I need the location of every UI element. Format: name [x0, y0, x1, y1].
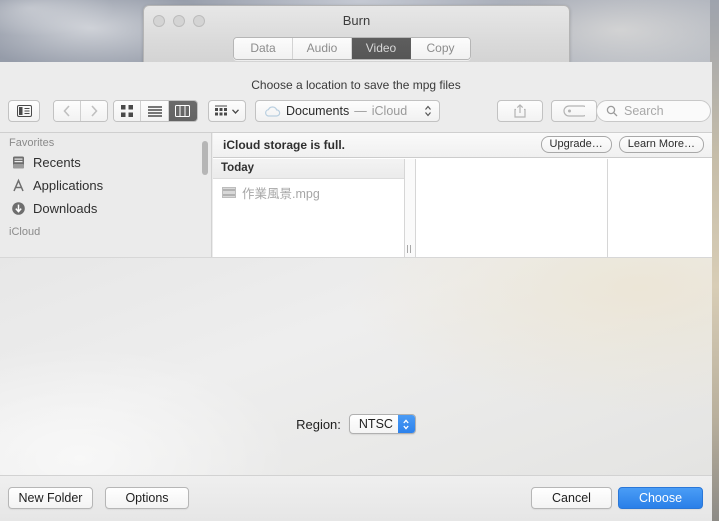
- upgrade-button[interactable]: Upgrade…: [540, 136, 612, 153]
- region-value: NTSC: [358, 417, 393, 431]
- sidebar: Favorites Recents Applications Downloads…: [0, 133, 212, 258]
- icon-view-button[interactable]: [114, 101, 142, 121]
- share-button[interactable]: [497, 100, 543, 122]
- options-button[interactable]: Options: [105, 487, 189, 509]
- file-name: 作業風景.mpg: [242, 186, 320, 201]
- popup-chevrons-icon: [424, 104, 432, 118]
- list-view-button[interactable]: [141, 101, 169, 121]
- path-current-folder: Documents: [286, 104, 350, 118]
- column-resize-handle[interactable]: [405, 159, 416, 258]
- burn-window: Burn Data Audio Video Copy: [143, 5, 570, 63]
- navigation-buttons[interactable]: [53, 100, 108, 122]
- list-item[interactable]: 作業風景.mpg: [213, 182, 404, 202]
- notice-message: iCloud storage is full.: [223, 138, 346, 152]
- column-view: Today 作業風景.mpg: [213, 159, 712, 258]
- sidebar-section-icloud: iCloud: [9, 226, 41, 238]
- cloud-icon: [264, 105, 281, 117]
- share-icon: [514, 104, 526, 118]
- sidebar-item-downloads[interactable]: Downloads: [0, 197, 211, 220]
- screen: Burn Data Audio Video Copy Choose a loca…: [0, 0, 719, 521]
- sidebar-scrollbar[interactable]: [202, 141, 208, 175]
- clock-document-icon: [11, 155, 26, 170]
- sidebar-item-label: Recents: [33, 155, 81, 170]
- column-1[interactable]: Today 作業風景.mpg: [213, 159, 405, 258]
- chevron-left-icon: [63, 105, 71, 117]
- tags-button[interactable]: [551, 100, 597, 122]
- column-view-icon: [175, 105, 191, 117]
- search-icon: [606, 105, 618, 117]
- choose-button[interactable]: Choose: [618, 487, 703, 509]
- search-placeholder: Search: [624, 104, 664, 118]
- sidebar-toggle-button[interactable]: [8, 100, 40, 122]
- cancel-button[interactable]: Cancel: [531, 487, 612, 509]
- resize-grip-icon: [407, 245, 411, 253]
- sidebar-item-recents[interactable]: Recents: [0, 151, 211, 174]
- movie-file-icon: [222, 186, 236, 198]
- region-popup-button[interactable]: NTSC: [348, 414, 416, 434]
- icloud-notice-bar: iCloud storage is full. Upgrade… Learn M…: [213, 133, 712, 158]
- file-browser: Favorites Recents Applications Downloads…: [0, 132, 712, 258]
- finder-toolbar: Documents — iCloud Search: [0, 100, 712, 132]
- search-field[interactable]: Search: [596, 100, 711, 122]
- group-header-today: Today: [213, 159, 404, 179]
- new-folder-button[interactable]: New Folder: [8, 487, 93, 509]
- tab-data[interactable]: Data: [234, 38, 293, 59]
- browser-content: iCloud storage is full. Upgrade… Learn M…: [213, 133, 712, 258]
- download-arrow-icon: [11, 201, 26, 216]
- tag-icon: [563, 105, 585, 117]
- back-button[interactable]: [54, 101, 81, 121]
- column-view-button[interactable]: [168, 101, 197, 121]
- path-location: iCloud: [371, 104, 408, 118]
- tab-copy[interactable]: Copy: [411, 38, 470, 59]
- chevron-down-icon: [232, 108, 239, 114]
- tab-video[interactable]: Video: [352, 38, 411, 59]
- tab-audio[interactable]: Audio: [293, 38, 352, 59]
- popup-arrows-icon: [397, 415, 415, 433]
- sidebar-item-applications[interactable]: Applications: [0, 174, 211, 197]
- window-title: Burn: [342, 13, 371, 28]
- sidebar-toggle-icon: [16, 105, 32, 117]
- arrange-button[interactable]: [208, 100, 246, 122]
- chevron-right-icon: [90, 105, 98, 117]
- applications-icon: [11, 178, 26, 193]
- arrange-icon: [215, 105, 229, 117]
- region-label: Region:: [296, 416, 341, 432]
- column-3[interactable]: [608, 159, 711, 258]
- icon-view-icon: [121, 105, 134, 117]
- path-separator: —: [354, 104, 367, 118]
- forward-button[interactable]: [80, 101, 107, 121]
- notice-actions: Upgrade… Learn More…: [540, 136, 704, 153]
- column-2[interactable]: [416, 159, 608, 258]
- accessory-view: Region: NTSC: [0, 257, 712, 475]
- save-location-sheet: Choose a location to save the mpg files: [0, 62, 712, 521]
- view-mode-buttons[interactable]: [113, 100, 198, 122]
- sidebar-item-label: Downloads: [33, 201, 98, 216]
- sheet-prompt: Choose a location to save the mpg files: [251, 78, 461, 92]
- sheet-bottom-bar: New Folder Options Cancel Choose: [0, 475, 712, 521]
- learn-more-button[interactable]: Learn More…: [618, 136, 704, 153]
- path-popup-button[interactable]: Documents — iCloud: [255, 100, 440, 122]
- sidebar-item-label: Applications: [33, 178, 104, 193]
- mode-segmented-control[interactable]: Data Audio Video Copy: [233, 37, 471, 60]
- region-row: Region: NTSC: [0, 414, 712, 434]
- list-view-icon: [147, 105, 162, 117]
- sidebar-section-favorites: Favorites: [9, 137, 55, 149]
